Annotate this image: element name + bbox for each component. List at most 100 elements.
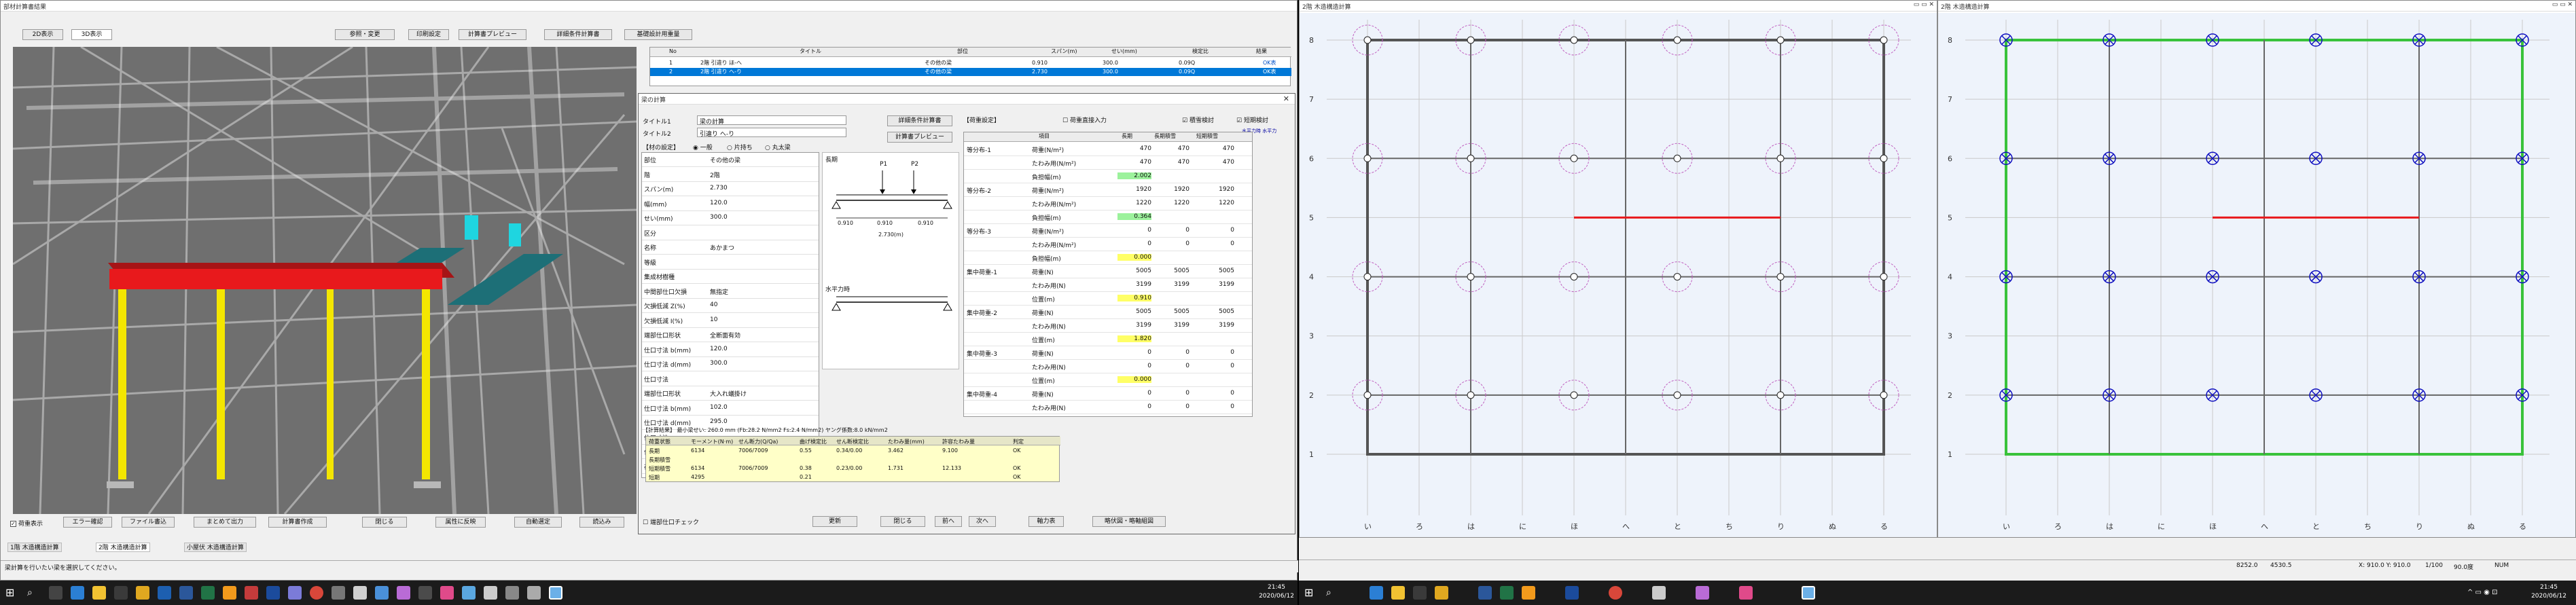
plan-middle-canvas[interactable]: 8 7 6 5 4 3 2 1 い ろ は に ほ へ と ち り ぬ る bbox=[1300, 13, 1937, 537]
app-icon[interactable] bbox=[1652, 586, 1666, 600]
title2-input[interactable]: 引違り へ-り bbox=[697, 128, 846, 138]
tab-roof[interactable]: 小屋伏 木造構造計算 bbox=[184, 543, 247, 552]
app5-icon[interactable] bbox=[375, 586, 389, 600]
load-row[interactable]: 負担幅(m) 0.364 bbox=[964, 211, 1252, 224]
direct-input-checkbox[interactable]: ☐ 荷重直接入力 bbox=[1062, 115, 1107, 124]
active-app-icon[interactable] bbox=[549, 586, 562, 600]
store-icon[interactable] bbox=[1413, 586, 1427, 600]
load-row[interactable]: たわみ用(N/m²) 470 470 470 bbox=[964, 157, 1252, 170]
load-table[interactable]: 項目 長期 長期積雪 短期積雪 等分布-1 荷重(N/m²) 470 470 470 たわ… bbox=[963, 132, 1253, 417]
prop-row[interactable]: 仕口寸法 d(mm) 300.0 bbox=[642, 357, 819, 371]
prop-row[interactable]: 仕口寸法 bbox=[642, 372, 819, 386]
close-button[interactable]: 閉じる bbox=[362, 517, 407, 528]
prop-row[interactable]: 端部仕口形状 全断面有効 bbox=[642, 328, 819, 342]
print-settings-button[interactable]: 印刷設定 bbox=[408, 29, 449, 40]
app8-icon[interactable] bbox=[440, 586, 454, 600]
joint-check-checkbox[interactable]: ☐ 端部仕口チェック bbox=[643, 517, 699, 526]
chrome-icon[interactable] bbox=[310, 586, 323, 600]
load-button[interactable]: 読込み bbox=[579, 517, 624, 528]
app7-icon[interactable] bbox=[418, 586, 432, 600]
edge-icon[interactable] bbox=[71, 586, 84, 600]
prop-row[interactable]: 欠損低減 Z(%) 40 bbox=[642, 299, 819, 313]
search-icon[interactable]: ⌕ bbox=[1326, 586, 1340, 600]
excel-icon[interactable] bbox=[1500, 586, 1514, 600]
load-row[interactable]: 等分布-3 荷重(N/m²) 0 0 0 bbox=[964, 225, 1252, 238]
update-button[interactable]: 更新 bbox=[812, 516, 857, 527]
active-app-icon[interactable] bbox=[1802, 586, 1815, 600]
app6-icon[interactable] bbox=[397, 586, 410, 600]
prop-row[interactable]: 集成材樹種 bbox=[642, 270, 819, 284]
folder-icon[interactable] bbox=[1435, 586, 1448, 600]
prop-row[interactable]: 欠損低減 I(%) 10 bbox=[642, 314, 819, 328]
app3-icon[interactable] bbox=[1739, 586, 1753, 600]
load-row[interactable]: 負担幅(m) 2.002 bbox=[964, 170, 1252, 183]
prop-row[interactable]: 端部仕口形状 大入れ蟻掛け bbox=[642, 386, 819, 401]
load-row[interactable]: 等分布-2 荷重(N/m²) 1920 1920 1920 bbox=[964, 184, 1252, 197]
load-row[interactable]: たわみ用(N) 3199 3199 3199 bbox=[964, 279, 1252, 292]
app2-icon[interactable] bbox=[1696, 586, 1709, 600]
radio-cantilever[interactable]: ○ 片持ち bbox=[727, 143, 753, 151]
prop-row[interactable]: 部位 その他の梁 bbox=[642, 153, 819, 167]
3d-view[interactable] bbox=[13, 47, 637, 514]
prop-row[interactable]: 仕口寸法 b(mm) 120.0 bbox=[642, 343, 819, 357]
app10-icon[interactable] bbox=[484, 586, 497, 600]
plan-right-canvas[interactable]: 8 7 6 5 4 3 2 1 い ろ は に ほ へ と ち り ぬ る bbox=[1938, 13, 2575, 537]
prop-row[interactable]: 区分 bbox=[642, 226, 819, 240]
jww-icon[interactable] bbox=[266, 586, 280, 600]
prev-button[interactable]: 前へ bbox=[935, 516, 962, 527]
start-icon[interactable]: ⊞ bbox=[1304, 586, 1318, 600]
prop-row[interactable]: スパン(m) 2.730 bbox=[642, 182, 819, 196]
mail-icon[interactable] bbox=[158, 586, 171, 600]
close-icon[interactable]: ✕ bbox=[1283, 94, 1289, 103]
tab-floor-1[interactable]: 1階 木造構造計算 bbox=[7, 543, 62, 552]
detail-report-button[interactable]: 詳細条件計算書 bbox=[544, 29, 612, 40]
load-row[interactable]: たわみ用(N) 0 0 0 bbox=[964, 401, 1252, 414]
report-create-button[interactable]: 計算書作成 bbox=[268, 517, 327, 528]
jww-icon[interactable] bbox=[1565, 586, 1579, 600]
load-row[interactable]: 集中荷重-1 荷重(N) 5005 5005 5005 bbox=[964, 265, 1252, 278]
load-row[interactable]: 位置(m) 0.000 bbox=[964, 374, 1252, 387]
window-controls-icon[interactable]: ▭ ▭ ✕ bbox=[1914, 1, 1934, 8]
axial-table-button[interactable]: 軸力表 bbox=[1028, 516, 1064, 527]
prop-row[interactable]: 中間部仕口欠損 無指定 bbox=[642, 285, 819, 299]
store-icon[interactable] bbox=[114, 586, 128, 600]
tab-3d[interactable]: 3D表示 bbox=[71, 29, 112, 40]
apply-attr-button[interactable]: 属性に反映 bbox=[435, 517, 486, 528]
sketch-button[interactable]: 略伏図・略軸組図 bbox=[1092, 516, 1166, 527]
tab-2d[interactable]: 2D表示 bbox=[22, 29, 63, 40]
app9-icon[interactable] bbox=[462, 586, 476, 600]
start-icon[interactable]: ⊞ bbox=[5, 586, 19, 600]
preview-dialog-button[interactable]: 計算書プレビュー bbox=[887, 132, 952, 143]
load-row[interactable]: たわみ用(N) 0 0 0 bbox=[964, 361, 1252, 373]
dialog-close-button[interactable]: 閉じる bbox=[880, 516, 925, 527]
radio-log-beam[interactable]: ○ 丸太梁 bbox=[765, 143, 791, 151]
tab-floor-2[interactable]: 2階 木造構造計算 bbox=[96, 543, 150, 552]
word-icon[interactable] bbox=[1478, 586, 1492, 600]
app-icon[interactable] bbox=[245, 586, 258, 600]
load-row[interactable]: 集中荷重-2 荷重(N) 5005 5005 5005 bbox=[964, 306, 1252, 319]
tray-icons[interactable]: ^ ▭ ◉ ⊡ bbox=[2467, 586, 2515, 600]
load-row[interactable]: 位置(m) 1.820 bbox=[964, 333, 1252, 346]
load-row[interactable]: 位置(m) 0.910 bbox=[964, 293, 1252, 306]
excel-icon[interactable] bbox=[201, 586, 215, 600]
explorer-icon[interactable] bbox=[92, 586, 106, 600]
detail-report-dialog-button[interactable]: 詳細条件計算書 bbox=[887, 115, 952, 126]
taskview-icon[interactable] bbox=[49, 586, 62, 600]
load-row[interactable]: たわみ用(N/m²) 0 0 0 bbox=[964, 238, 1252, 251]
search-icon[interactable]: ⌕ bbox=[27, 586, 41, 600]
prop-row[interactable]: 仕口寸法 b(mm) 102.0 bbox=[642, 401, 819, 416]
load-row[interactable]: 等分布-1 荷重(N/m²) 470 470 470 bbox=[964, 143, 1252, 156]
prop-row[interactable]: 等級 bbox=[642, 255, 819, 270]
app2-icon[interactable] bbox=[288, 586, 302, 600]
file-write-button[interactable]: ファイル書込 bbox=[122, 517, 175, 528]
illustrator-icon[interactable] bbox=[223, 586, 236, 600]
table-row-selected[interactable]: 2 2階 引違り へ-り その他の梁 2.730 300.0 0.09Q OK表 bbox=[650, 68, 1291, 76]
error-check-button[interactable]: エラー確認 bbox=[63, 517, 112, 528]
load-row[interactable]: 負担幅(m) 0.000 bbox=[964, 252, 1252, 265]
app11-icon[interactable] bbox=[505, 586, 519, 600]
radio-general[interactable]: ◉ 一般 bbox=[693, 143, 713, 151]
app4-icon[interactable] bbox=[353, 586, 367, 600]
prop-row[interactable]: せい(mm) 300.0 bbox=[642, 211, 819, 225]
load-row[interactable]: 集中荷重-3 荷重(N) 0 0 0 bbox=[964, 347, 1252, 360]
chrome-icon[interactable] bbox=[1609, 586, 1622, 600]
